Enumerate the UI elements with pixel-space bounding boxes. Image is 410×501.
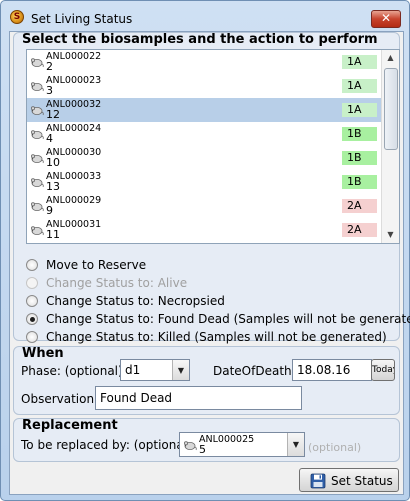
radio-button[interactable] [26,331,38,343]
biosample-rows: ANL000022 2 1A ANL000023 3 1A ANL000032 12 1A ANL… [27,50,381,243]
list-item[interactable]: ANL000031 11 2A [27,218,381,242]
action-option[interactable]: Move to Reserve [26,258,396,274]
group-badge: 1B [342,151,377,165]
action-option[interactable]: Change Status to: Killed (Samples will n… [26,330,396,346]
replacement-selected-number: 5 [199,443,206,456]
biosample-id: ANL000022 [46,51,102,62]
chevron-down-icon[interactable]: ▼ [172,360,189,380]
phase-label: Phase: (optional) [21,364,123,378]
replacement-label: To be replaced by: (optional) [21,438,192,452]
replacement-select[interactable]: ANL000025 5 ▼ [179,432,305,457]
list-item[interactable]: ANL000033 13 1B [27,170,381,194]
date-of-death-label: DateOfDeath: [213,364,296,378]
set-status-button[interactable]: Set Status [299,468,399,492]
biosample-id: ANL000024 [46,123,102,134]
replacement-group-title: Replacement [22,418,118,433]
list-item[interactable]: ANL000023 3 1A [27,74,381,98]
biosample-list[interactable]: ANL000022 2 1A ANL000023 3 1A ANL000032 12 1A ANL… [26,49,400,244]
scroll-down-icon[interactable]: ▼ [382,227,399,243]
today-button[interactable]: Today [371,359,395,381]
biosample-id: ANL000023 [46,75,102,86]
when-group-title: When [22,346,64,361]
group-badge: 1A [342,79,377,93]
replacement-selected-id: ANL000025 [199,434,255,445]
list-item[interactable]: ANL000022 2 1A [27,50,381,74]
biosample-number: 12 [46,108,60,121]
biosample-number: 2 [46,60,53,73]
action-option-label: Change Status to: Killed (Samples will n… [46,330,387,344]
biosample-number: 11 [46,228,60,241]
group-badge: 2A [342,199,377,213]
group-badge: 1B [342,175,377,189]
biosample-number: 4 [46,132,53,145]
action-option[interactable]: Change Status to: Found Dead (Samples wi… [26,312,410,328]
list-scrollbar[interactable]: ▲ ▼ [381,50,399,243]
radio-button[interactable] [26,313,38,325]
action-option: Change Status to: Alive [26,276,396,292]
list-item[interactable]: ANL000030 10 1B [27,146,381,170]
title-bar[interactable]: S Set Living Status ✕ [1,1,409,31]
list-item[interactable]: ANL000024 4 1B [27,122,381,146]
animal-icon [183,441,197,451]
biosample-number: 13 [46,180,60,193]
action-option-label: Change Status to: Alive [46,276,188,290]
animal-icon [30,178,44,188]
dialog-content: Select the biosamples and the action to … [9,31,410,495]
action-option-label: Change Status to: Found Dead (Samples wi… [46,312,410,326]
animal-icon [30,82,44,92]
chevron-down-icon[interactable]: ▼ [287,433,304,456]
biosamples-group: Select the biosamples and the action to … [13,32,410,344]
replacement-group: Replacement To be replaced by: (optional… [13,418,400,462]
list-item[interactable]: ANL000029 9 2A [27,194,381,218]
set-status-label: Set Status [331,474,393,488]
group-badge: 1A [342,103,377,117]
action-option[interactable]: Change Status to: Necropsied [26,294,396,310]
animal-icon [30,58,44,68]
phase-value: d1 [125,363,141,377]
close-icon: ✕ [380,11,392,25]
animal-icon [30,106,44,116]
scroll-up-icon[interactable]: ▲ [382,50,399,66]
observation-input[interactable]: Found Dead [95,386,302,410]
radio-button[interactable] [26,259,38,271]
group-badge: 1A [342,55,377,69]
biosample-number: 9 [46,204,53,217]
action-option-label: Move to Reserve [46,258,147,272]
when-group: When Phase: (optional) d1 ▼ DateOfDeath:… [13,346,400,415]
animal-icon [30,226,44,236]
window-title: Set Living Status [31,12,133,26]
dialog-window: S Set Living Status ✕ Select the biosamp… [0,0,410,501]
close-button[interactable]: ✕ [371,10,401,28]
scroll-thumb[interactable] [384,68,398,150]
animal-icon [30,154,44,164]
group-badge: 2A [342,223,377,237]
app-icon: S [10,10,24,24]
biosample-id: ANL000029 [46,195,102,206]
replacement-optional-hint: (optional) [308,441,362,454]
phase-select[interactable]: d1 ▼ [120,359,190,381]
radio-button [26,277,38,289]
biosample-number: 3 [46,84,53,97]
list-item[interactable]: ANL000032 12 1A [27,98,381,122]
save-icon [310,473,326,489]
date-of-death-input[interactable]: 18.08.16 [292,359,372,381]
action-option-label: Change Status to: Necropsied [46,294,225,308]
biosamples-group-title: Select the biosamples and the action to … [22,32,378,47]
animal-icon [30,130,44,140]
group-badge: 1B [342,127,377,141]
observation-label: Observation: [21,392,99,406]
biosample-number: 10 [46,156,60,169]
animal-icon [30,202,44,212]
radio-button[interactable] [26,295,38,307]
